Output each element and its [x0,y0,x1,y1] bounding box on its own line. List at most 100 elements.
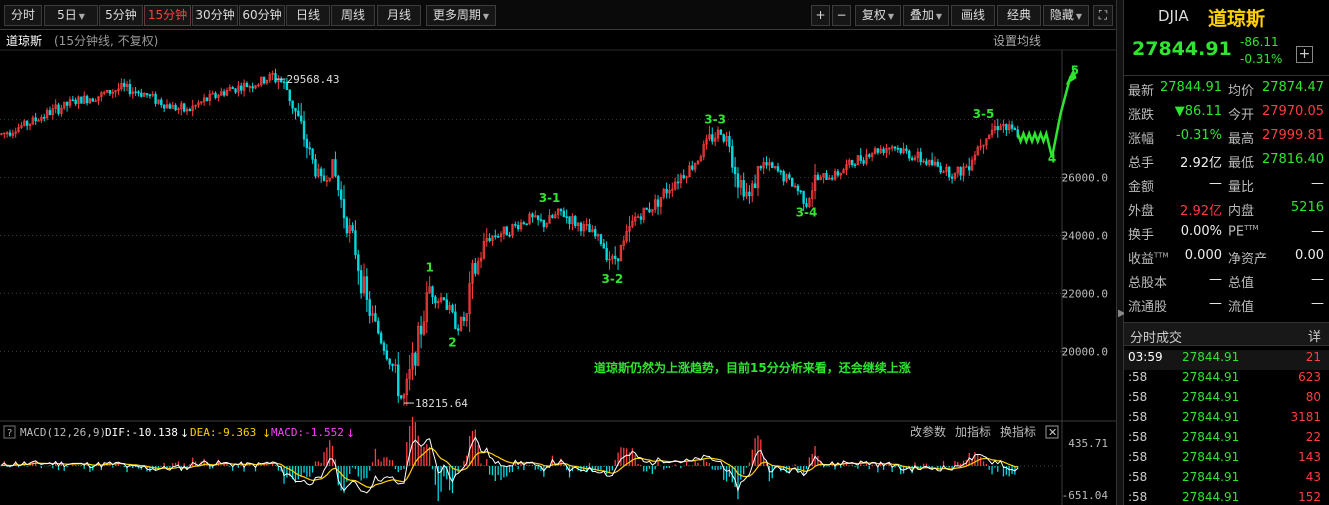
stats-row: 金额 — 量比 — [1128,176,1326,196]
candle-body [57,104,60,114]
candle-body [342,199,346,219]
candle-body [899,148,902,154]
trade-time: :58 [1128,370,1148,384]
candle-body [419,325,423,335]
stat-label: 最低 [1228,156,1255,171]
set-ma-button[interactable]: 设置均线 [993,32,1041,49]
candle-body [868,154,871,157]
candle-body [910,157,914,160]
candle-body [140,92,143,97]
candle-body [359,270,363,294]
macd-arrow-icon: ↓ [262,427,271,440]
candle-body [274,73,277,83]
chart-title: 道琼斯 [6,34,43,48]
wave-label: 3-4 [796,205,818,219]
candle-body [399,395,403,399]
stat-value: 27970.05 [1261,104,1324,119]
candle-body [496,236,500,238]
candle-body [862,160,865,164]
candle-body [154,93,157,104]
stat-label: 金额 [1128,180,1155,195]
candle-body [385,350,389,360]
chart-subtitle: (15分钟线, 不复权) [54,34,159,48]
candle-body [531,213,534,218]
candle-body [996,126,999,131]
candle-body [948,166,951,178]
trade-row: :58 27844.91 152 [1124,490,1329,505]
candle-body [182,103,186,112]
trade-volume: 21 [1305,350,1321,364]
candle-body [1010,124,1014,129]
add-watchlist-button[interactable]: + [1296,46,1313,63]
macd-ctrl-0-button[interactable]: 改参数 [910,424,946,439]
candle-body [148,94,152,97]
candle-body [539,219,543,221]
panel-divider[interactable]: ▶ [1116,0,1126,505]
candle-body [48,110,52,116]
candle-body [488,237,491,241]
trades-detail-button[interactable]: 详 [1308,326,1321,345]
trade-price: 27844.91 [1182,490,1240,504]
candle-body [853,164,857,167]
trade-row: :58 27844.91 143 [1124,450,1329,470]
candle-body [1005,124,1008,131]
macd-macd-text: MACD:-1.552 [271,426,344,439]
candle-body [231,87,234,90]
stat-label: 外盘 [1128,204,1155,219]
trade-volume: 143 [1298,450,1321,464]
candle-body [414,352,417,366]
candle-body [836,171,840,176]
candle-body [568,216,571,224]
trades-title: 分时成交 [1130,331,1183,346]
candle-body [648,209,651,213]
stat-value: 0.000 [1184,248,1222,263]
macd-ctrl-2-button[interactable]: 换指标 [1000,424,1036,439]
candle-body [505,226,508,236]
candle-body [742,180,745,197]
quote-name: 道琼斯 [1208,8,1266,30]
stat-value: 0.00 [1295,248,1324,263]
candle-body [168,104,172,109]
stat-value: 27999.81 [1261,128,1324,143]
stat-label: 最新 [1128,84,1155,99]
candle-body [959,166,962,176]
stat-label: 今开 [1228,108,1255,123]
macd-dea-text: DEA:-9.363 [190,426,256,439]
macd-label-text: MACD(12,26,9) [20,426,106,439]
trade-price: 27844.91 [1182,410,1240,424]
candle-body [722,134,725,142]
stat-label: 净资产 [1228,252,1268,267]
candle-body [574,216,577,226]
stat-label: 均价 [1228,84,1255,99]
candle-body [736,173,740,188]
candle-body [457,328,460,331]
candle-body [799,190,802,193]
wave-label: 5 [1071,63,1079,77]
candle-body [34,117,37,122]
candle-body [494,235,497,238]
candle-body [357,254,360,271]
candle-body [796,185,800,192]
candle-body [950,176,954,179]
wave-label: 3-5 [973,107,995,121]
stat-label: 量比 [1228,180,1255,195]
candle-body [377,320,380,334]
candle-body [850,160,854,166]
candle-body [174,104,177,111]
trade-row: :58 27844.91 3181 [1124,410,1329,430]
candle-body [594,229,597,237]
candle-body [939,165,942,173]
stat-value: ▼86.11 [1174,104,1222,119]
candle-body [605,247,608,261]
stat-label: 涨跌 [1128,108,1155,123]
candle-body [759,166,763,169]
candle-body [525,223,528,225]
candle-body [645,207,648,210]
candle-body [43,117,46,119]
candle-body [137,91,140,94]
candle-body [108,90,112,94]
trades-header: 分时成交 详 [1124,322,1329,346]
candle-body [776,166,780,172]
candle-body [431,286,434,298]
macd-ctrl-1-button[interactable]: 加指标 [955,424,991,439]
